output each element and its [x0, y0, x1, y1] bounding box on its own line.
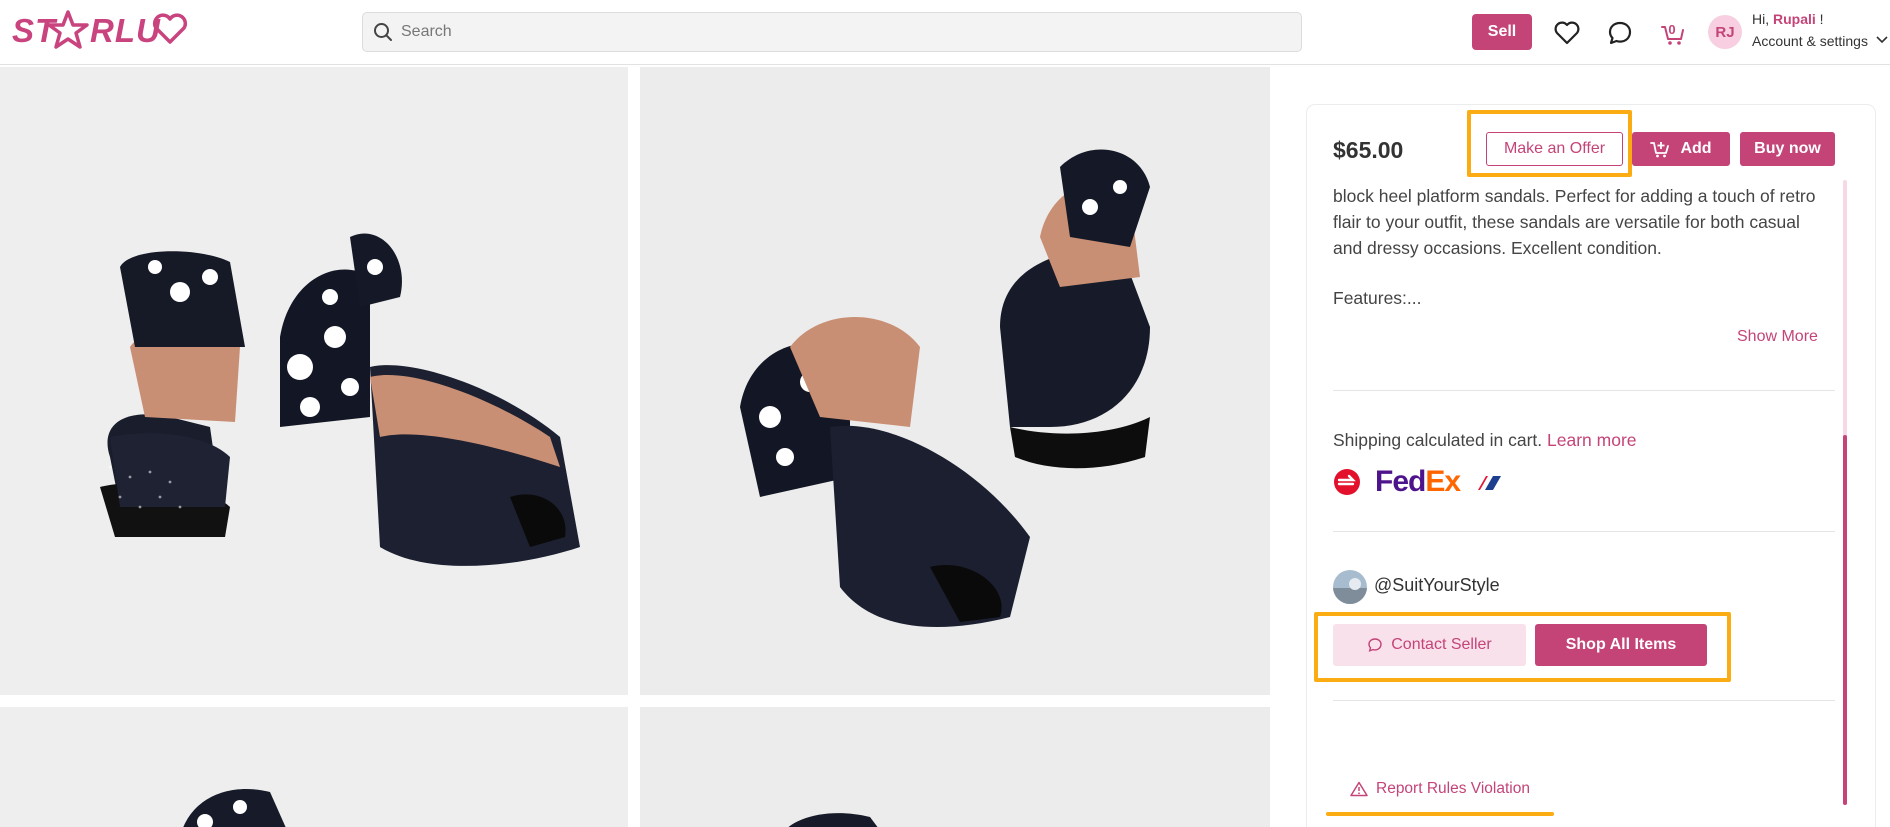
canada-post-logo: [1334, 469, 1360, 495]
report-label: Report Rules Violation: [1376, 780, 1530, 797]
report-violation-link[interactable]: Report Rules Violation: [1350, 780, 1530, 798]
seller-avatar[interactable]: [1333, 570, 1367, 604]
cart-count-badge: 0: [1668, 22, 1676, 37]
highlight-offer: [1467, 110, 1632, 177]
add-cart-icon: [1650, 142, 1670, 158]
warning-icon: [1350, 781, 1368, 797]
svg-text:ST: ST: [12, 12, 58, 49]
highlight-seller-actions: [1314, 612, 1731, 682]
purolator-logo: [1478, 476, 1502, 490]
search-input[interactable]: [401, 23, 1281, 41]
svg-text:RLU: RLU: [90, 12, 161, 49]
panel-scrollbar-thumb[interactable]: [1843, 435, 1847, 805]
chat-icon[interactable]: [1606, 19, 1634, 47]
product-description: block heel platform sandals. Perfect for…: [1333, 186, 1816, 258]
divider: [1333, 700, 1835, 701]
buy-now-button[interactable]: Buy now: [1740, 132, 1835, 166]
search-bar[interactable]: [362, 12, 1302, 52]
carrier-logos: FedEx: [1333, 465, 1504, 498]
product-photo-3[interactable]: [0, 707, 628, 827]
user-name: Rupali: [1773, 11, 1816, 27]
product-price: $65.00: [1333, 137, 1404, 163]
starluv-logo[interactable]: ST RLU: [12, 6, 192, 52]
product-photo-2[interactable]: [640, 67, 1270, 695]
user-avatar[interactable]: RJ: [1708, 15, 1742, 49]
search-icon: [374, 23, 392, 41]
show-more-link[interactable]: Show More: [1737, 328, 1818, 346]
account-settings-link[interactable]: Account & settings: [1752, 33, 1868, 49]
add-to-cart-button[interactable]: Add: [1632, 132, 1730, 166]
user-greeting: Hi, Rupali !: [1752, 11, 1824, 27]
divider: [1333, 531, 1835, 532]
highlight-report: [1326, 812, 1554, 816]
shipping-info: Shipping calculated in cart. Learn more: [1333, 430, 1637, 450]
product-photo-4[interactable]: [640, 707, 1270, 827]
seller-handle[interactable]: @SuitYourStyle: [1374, 575, 1500, 596]
add-button-label: Add: [1680, 140, 1712, 157]
chevron-down-icon[interactable]: [1876, 36, 1888, 44]
heart-icon[interactable]: [1553, 19, 1581, 47]
product-features: Features:...: [1333, 288, 1422, 308]
product-photo-1[interactable]: [0, 67, 628, 695]
top-header: ST RLU Sell 0 RJ Hi, Rupali ! Account & …: [0, 0, 1890, 65]
divider: [1333, 390, 1835, 391]
sell-button[interactable]: Sell: [1472, 14, 1532, 50]
fedex-logo: FedEx: [1375, 465, 1461, 498]
learn-more-link[interactable]: Learn more: [1547, 430, 1637, 450]
